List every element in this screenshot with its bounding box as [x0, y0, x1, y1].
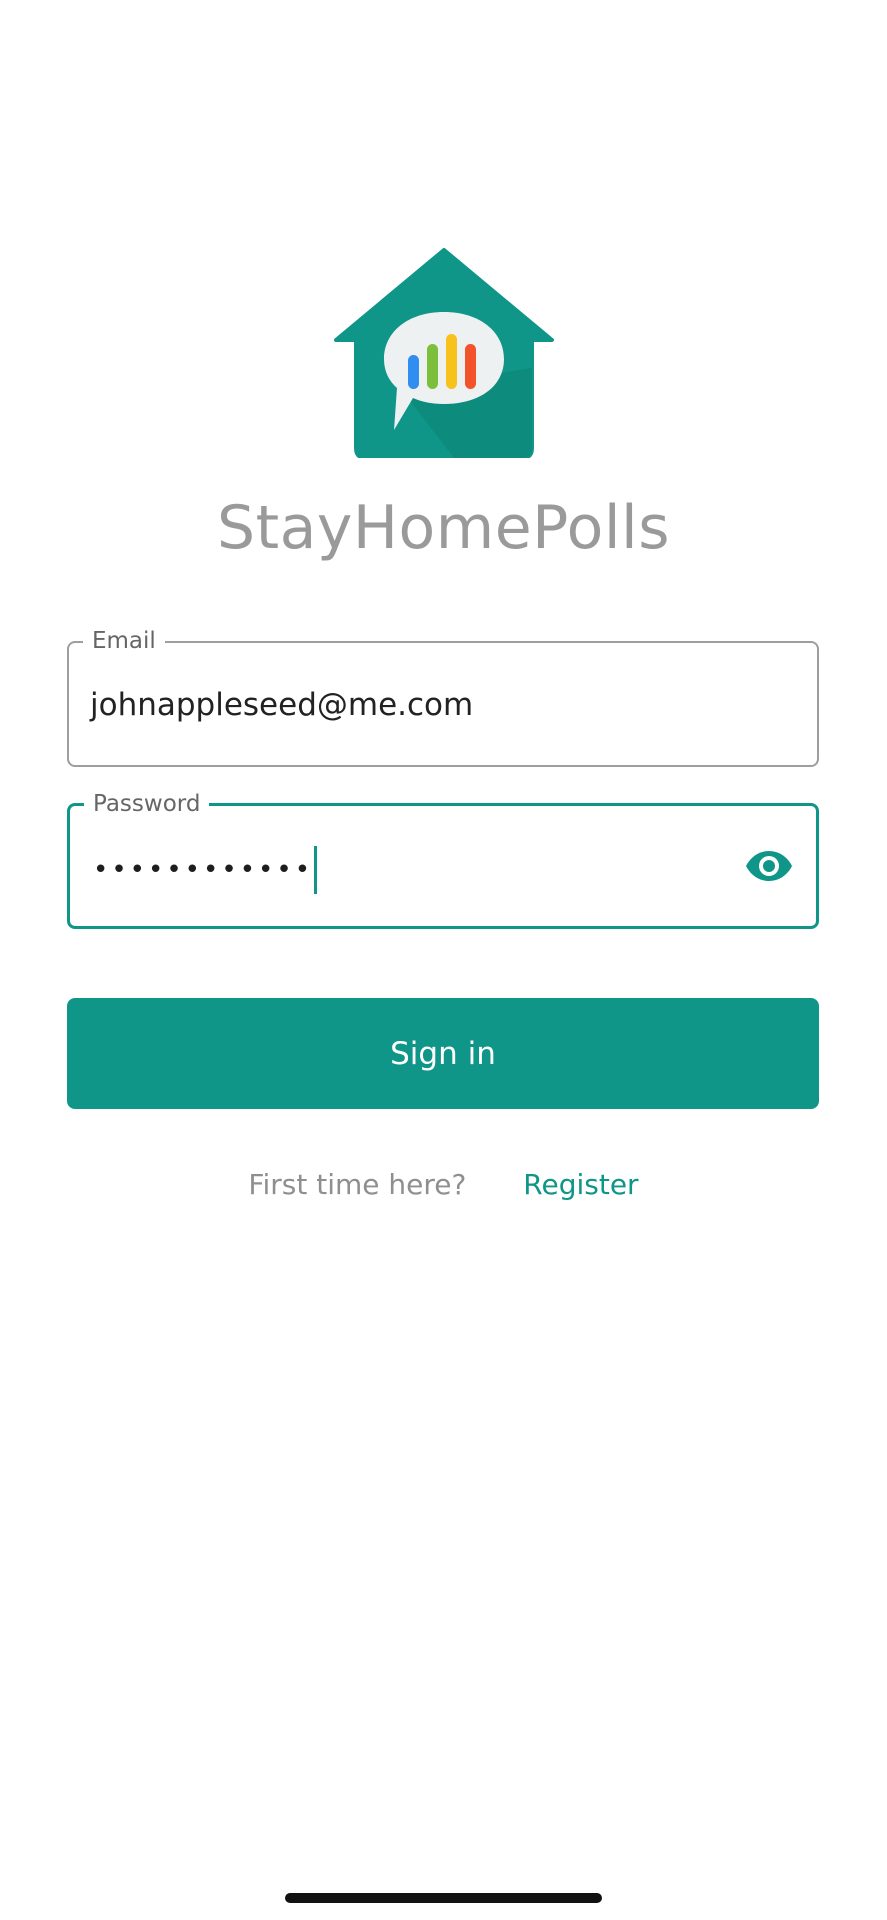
- email-label: Email: [83, 626, 165, 656]
- password-masked-text: ••••••••••••: [93, 855, 314, 885]
- poll-bar-yellow: [446, 334, 457, 389]
- app-logo-icon: [334, 248, 554, 458]
- poll-bar-blue: [408, 355, 419, 389]
- password-field[interactable]: Password ••••••••••••: [67, 789, 819, 929]
- register-prompt: First time here?: [248, 1168, 467, 1201]
- eye-icon[interactable]: [745, 849, 793, 883]
- password-value[interactable]: ••••••••••••: [93, 846, 318, 894]
- app-title: StayHomePolls: [217, 493, 670, 563]
- register-link[interactable]: Register: [523, 1168, 638, 1201]
- poll-bar-green: [427, 344, 438, 389]
- text-cursor: [314, 846, 318, 894]
- home-indicator[interactable]: [285, 1893, 602, 1903]
- email-field[interactable]: Email johnappleseed@me.com: [67, 626, 819, 767]
- poll-bar-red: [465, 344, 476, 389]
- email-value[interactable]: johnappleseed@me.com: [90, 685, 473, 725]
- register-row: First time here? Register: [0, 1165, 887, 1205]
- password-label: Password: [84, 789, 210, 819]
- sign-in-button[interactable]: Sign in: [67, 998, 819, 1109]
